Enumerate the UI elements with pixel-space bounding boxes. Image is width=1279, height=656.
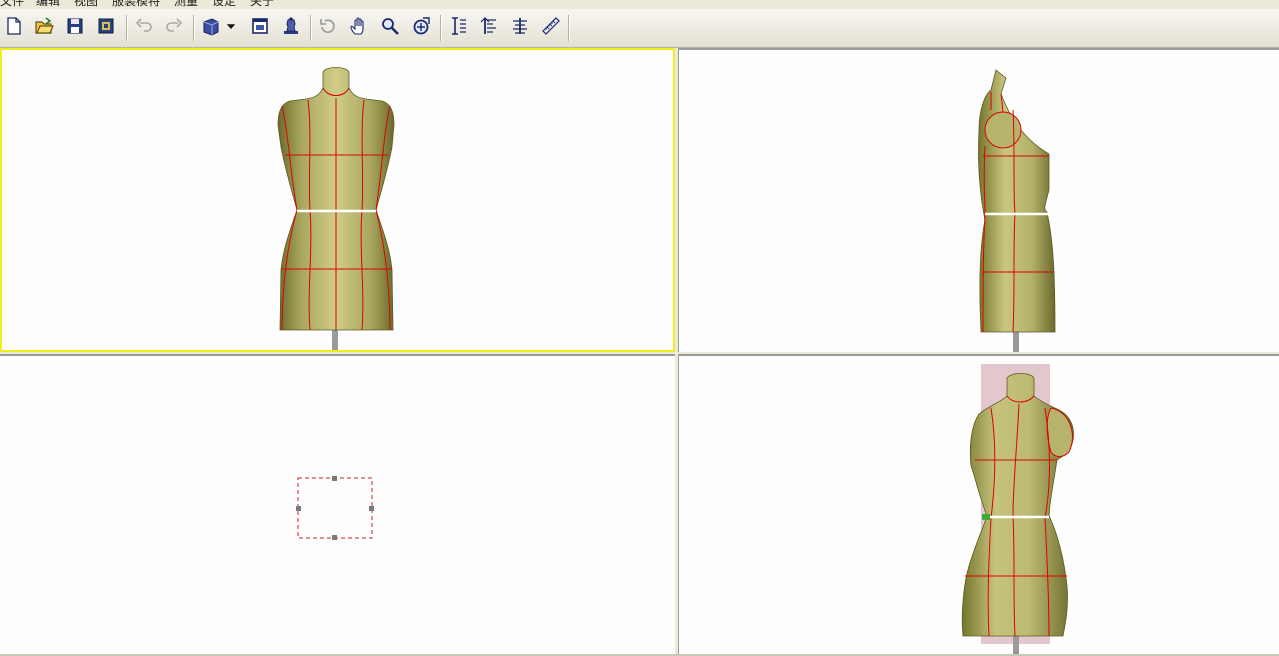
mannequin-icon — [284, 17, 298, 34]
measure-both-icon — [513, 18, 527, 34]
menu-about[interactable]: 关于 — [250, 0, 274, 8]
measure-both-button[interactable] — [508, 14, 532, 38]
menu-settings[interactable]: 设定 — [212, 0, 236, 8]
menu-file[interactable]: 文件 — [0, 0, 24, 8]
viewport-top[interactable] — [0, 354, 675, 654]
viewport-front[interactable] — [0, 48, 675, 352]
toolbar-separator — [440, 15, 441, 41]
menu-view[interactable]: 视图 — [74, 0, 98, 8]
rotate-icon — [320, 19, 335, 34]
magnifier-icon — [382, 18, 399, 35]
selection-box[interactable] — [296, 476, 374, 540]
toolbar-separator — [568, 15, 569, 41]
redo-arrow-icon — [166, 18, 183, 32]
front-view-canvas — [277, 67, 395, 350]
save-as-button[interactable] — [94, 14, 118, 38]
measure-height-button[interactable] — [446, 14, 470, 38]
undo-arrow-icon — [135, 18, 152, 32]
rotate-button[interactable] — [316, 14, 340, 38]
new-file-button[interactable] — [2, 14, 26, 38]
cube-view-icon — [203, 18, 219, 36]
measure-left-button[interactable] — [477, 14, 501, 38]
undo-button[interactable] — [132, 14, 156, 38]
mannequin-perspective[interactable] — [961, 373, 1074, 637]
measure-vertical-icon — [452, 17, 466, 35]
ruler-button[interactable] — [539, 14, 563, 38]
new-document-icon — [7, 17, 21, 35]
mannequin-button[interactable] — [279, 14, 303, 38]
floppy-disk-icon — [67, 18, 83, 34]
toolbar-separator — [126, 15, 127, 41]
viewport-side[interactable] — [678, 48, 1279, 352]
toolbar — [0, 9, 1279, 48]
hand-icon — [350, 17, 364, 35]
top-view-canvas — [296, 476, 374, 540]
chevron-down-icon — [226, 24, 236, 29]
open-folder-icon — [35, 17, 54, 34]
zoom-button[interactable] — [378, 14, 402, 38]
zoom-extent-icon — [413, 17, 430, 35]
control-point-marker[interactable] — [982, 514, 990, 520]
open-file-button[interactable] — [32, 14, 56, 38]
stand-pole — [1013, 634, 1019, 654]
mannequin-side[interactable] — [978, 69, 1056, 333]
mannequin-front[interactable] — [277, 67, 395, 331]
zoom-fit-button[interactable] — [409, 14, 433, 38]
side-view-canvas — [978, 69, 1056, 352]
window-layout-button[interactable] — [248, 14, 272, 38]
window-layout-icon — [252, 18, 268, 34]
menu-measure[interactable]: 测量 — [174, 0, 198, 8]
measure-left-icon — [480, 17, 496, 34]
perspective-view-canvas — [961, 364, 1074, 654]
pan-button[interactable] — [347, 14, 371, 38]
view-select-button[interactable] — [199, 14, 223, 38]
ruler-icon — [542, 17, 560, 35]
view-dropdown-button[interactable] — [224, 14, 238, 38]
save-button[interactable] — [63, 14, 87, 38]
stand-pole — [1013, 330, 1019, 352]
selection-handle-bottom[interactable] — [332, 535, 337, 540]
menu-edit[interactable]: 编辑 — [36, 0, 60, 8]
save-all-icon — [98, 18, 114, 34]
menu-bar: 文件 编辑 视图 服装模特 测量 设定 关于 — [0, 0, 1279, 9]
selection-handle-right[interactable] — [369, 506, 374, 511]
menu-mannequin[interactable]: 服装模特 — [112, 0, 160, 8]
selection-handle-left[interactable] — [296, 506, 301, 511]
redo-button[interactable] — [162, 14, 186, 38]
toolbar-separator — [193, 15, 194, 41]
toolbar-separator — [310, 15, 311, 41]
viewport-perspective[interactable] — [678, 354, 1279, 654]
selection-handle-top[interactable] — [332, 476, 337, 481]
